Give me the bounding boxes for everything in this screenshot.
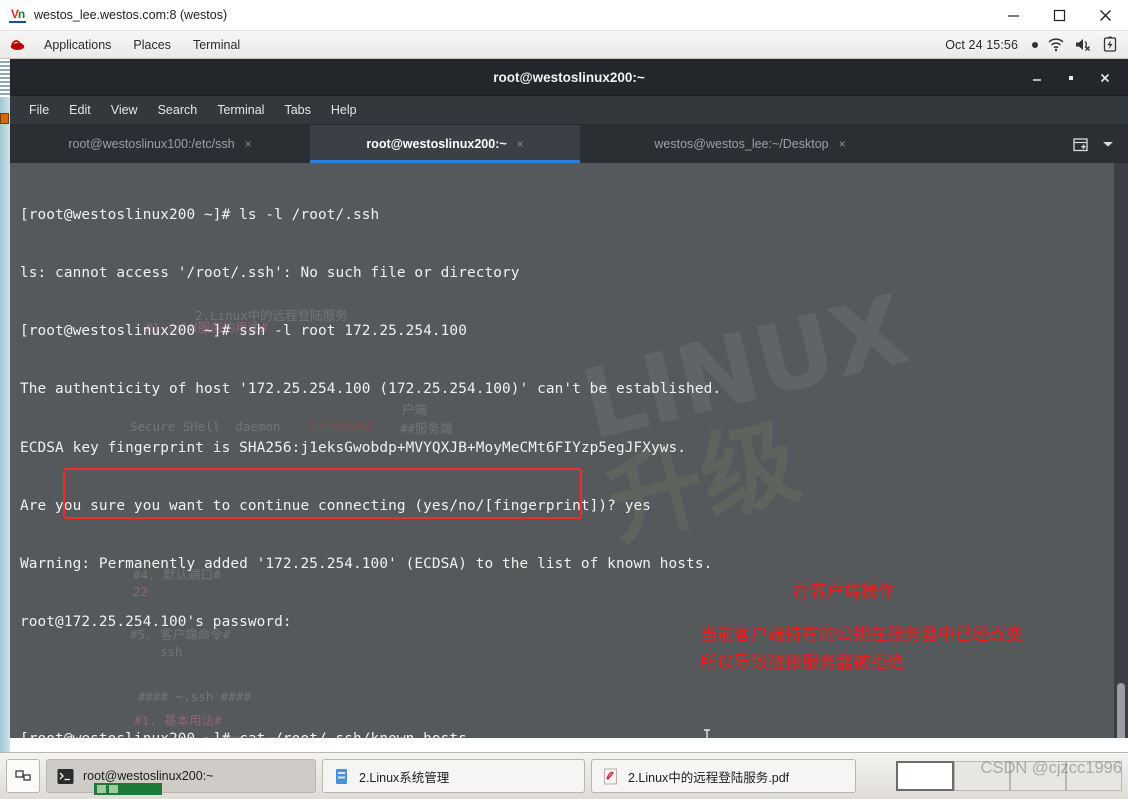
csdn-watermark: CSDN @cjzcc1996 [980, 759, 1122, 777]
terminal-maximize-button[interactable] [1054, 59, 1088, 96]
tab-westoslinux200[interactable]: root@westoslinux200:~ × [310, 125, 580, 163]
panel-status-area: Oct 24 15:56 [945, 36, 1128, 53]
vnc-viewer-window: Vn westos_lee.westos.com:8 (westos) Appl… [0, 0, 1128, 799]
desktop-edge-icon [0, 113, 9, 124]
terminal-line: [root@westoslinux200 ~]# cat /root/.ssh/… [20, 730, 1128, 738]
vnc-logo-icon: Vn [9, 7, 26, 23]
tab-tools [1069, 125, 1128, 163]
menu-terminal[interactable]: Terminal [207, 100, 274, 120]
annotation-pubkey-changed: 当前客户端持有的公钥在服务器中已经改变 [700, 625, 1023, 645]
tab-label: root@westoslinux100:/etc/ssh [68, 137, 235, 151]
tab-westos-desktop[interactable]: westos@westos_lee:~/Desktop × [580, 125, 920, 163]
wifi-icon[interactable] [1047, 36, 1065, 53]
vnc-maximize-button[interactable] [1036, 0, 1082, 31]
terminal-screen[interactable]: LINUX 升级 2.Linux中的远程登陆服务 #1.sshd服务的用途# S… [10, 163, 1128, 738]
panel-menu-applications[interactable]: Applications [33, 35, 122, 55]
tab-close-icon[interactable]: × [517, 137, 524, 151]
terminal-close-button[interactable] [1088, 59, 1122, 96]
menu-search[interactable]: Search [148, 100, 208, 120]
taskbar-item-pdf[interactable]: 2.Linux中的远程登陆服务.pdf [591, 759, 856, 793]
terminal-scrollbar[interactable] [1114, 163, 1128, 738]
taskbar-item-label: 2.Linux系统管理 [359, 770, 450, 785]
terminal-line: [root@westoslinux200 ~]# ls -l /root/.ss… [20, 206, 380, 223]
gnome-top-panel: Applications Places Terminal Oct 24 15:5… [0, 31, 1128, 59]
tab-label: westos@westos_lee:~/Desktop [654, 137, 829, 151]
minimize-icon [1007, 14, 1019, 17]
pdf-icon [604, 768, 617, 784]
maximize-icon [1053, 9, 1065, 21]
menu-view[interactable]: View [101, 100, 148, 120]
terminal-window-title: root@westoslinux200:~ [493, 69, 645, 85]
taskbar-item-document[interactable]: 2.Linux系统管理 [322, 759, 585, 793]
desktop-background-sliver [0, 59, 10, 799]
terminal-minimize-button[interactable] [1020, 59, 1054, 96]
new-tab-icon [1072, 137, 1088, 151]
vnc-logo-n: n [17, 7, 25, 21]
vnc-window-controls [990, 0, 1128, 31]
menu-tabs[interactable]: Tabs [274, 100, 320, 120]
tab-close-icon[interactable]: × [839, 137, 846, 151]
terminal-line: Warning: Permanently added '172.25.254.1… [20, 556, 713, 573]
vnc-close-button[interactable] [1082, 0, 1128, 31]
terminal-output: [root@westoslinux200 ~]# ls -l /root/.ss… [20, 167, 1128, 738]
artifact-block [109, 785, 118, 793]
terminal-line: ECDSA key fingerprint is SHA256:j1eksGwo… [20, 439, 687, 456]
windows-taskbar: root@westoslinux200:~ 2.Linux系统管理 2.Linu… [0, 752, 1128, 799]
annotation-connection-refused: 所以导致链接服务器被拒绝 [700, 653, 904, 673]
terminal-window-controls [1020, 59, 1122, 96]
terminal-line: The authenticity of host '172.25.254.100… [20, 381, 722, 398]
vnc-logo-v: V [10, 7, 19, 21]
minimize-icon [1033, 78, 1041, 81]
tab-westoslinux100[interactable]: root@westoslinux100:/etc/ssh × [10, 125, 310, 163]
maximize-icon [1069, 75, 1073, 80]
close-icon [1099, 9, 1111, 21]
panel-menu-places[interactable]: Places [122, 35, 182, 55]
text-cursor-icon [704, 729, 710, 738]
close-icon [1100, 73, 1110, 82]
show-desktop-button[interactable] [6, 759, 40, 793]
document-icon [336, 768, 347, 784]
recording-dot-icon [1032, 41, 1038, 48]
annotation-client-side: 在客户端操作 [793, 582, 895, 602]
terminal-icon [57, 768, 74, 784]
tray-slot-active[interactable] [896, 761, 954, 791]
vnc-titlebar: Vn westos_lee.westos.com:8 (westos) [0, 0, 1128, 31]
taskbar-item-label: root@westoslinux200:~ [83, 769, 214, 783]
taskbar-item-terminal[interactable]: root@westoslinux200:~ [46, 759, 316, 793]
taskbar-item-label: 2.Linux中的远程登陆服务.pdf [628, 770, 790, 785]
taskbar-green-artifact [94, 783, 162, 795]
volume-muted-icon[interactable] [1074, 36, 1092, 53]
terminal-line: ls: cannot access '/root/.ssh': No such … [20, 265, 520, 282]
desktop-edge-lines [0, 59, 10, 97]
tab-list-dropdown-button[interactable] [1097, 133, 1119, 155]
show-desktop-icon [15, 770, 31, 781]
terminal-scrollbar-thumb[interactable] [1117, 683, 1125, 738]
new-tab-button[interactable] [1069, 133, 1091, 155]
vnc-minimize-button[interactable] [990, 0, 1036, 31]
terminal-tabbar: root@westoslinux100:/etc/ssh × root@west… [10, 125, 1128, 163]
terminal-titlebar: root@westoslinux200:~ [10, 59, 1128, 96]
tab-label: root@westoslinux200:~ [366, 137, 507, 151]
terminal-line: Are you sure you want to continue connec… [20, 497, 651, 514]
panel-clock[interactable]: Oct 24 15:56 [945, 38, 1018, 52]
terminal-line: [root@westoslinux200 ~]# ssh -l root 172… [20, 323, 467, 340]
artifact-block [97, 785, 106, 793]
menu-file[interactable]: File [19, 100, 59, 120]
chevron-down-icon [1103, 142, 1113, 147]
terminal-menubar: File Edit View Search Terminal Tabs Help [10, 96, 1128, 125]
panel-menu-terminal[interactable]: Terminal [182, 35, 251, 55]
battery-icon[interactable] [1101, 36, 1119, 53]
menu-edit[interactable]: Edit [59, 100, 101, 120]
menu-help[interactable]: Help [321, 100, 367, 120]
tab-close-icon[interactable]: × [245, 137, 252, 151]
redhat-icon[interactable] [10, 38, 25, 52]
vnc-window-title: westos_lee.westos.com:8 (westos) [34, 8, 228, 22]
